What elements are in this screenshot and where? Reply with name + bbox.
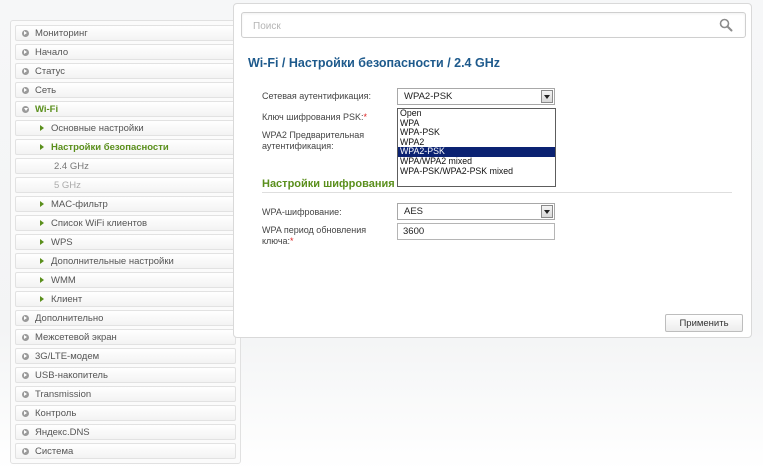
sidebar-item-advanced[interactable]: Дополнительно: [15, 310, 236, 326]
section-divider: [262, 192, 732, 193]
sidebar-item-label: Контроль: [35, 407, 77, 419]
triangle-right-icon: [40, 220, 44, 226]
search-bar: [241, 12, 746, 38]
sidebar-item-label: Межсетевой экран: [35, 331, 117, 343]
chevron-right-icon: [22, 333, 29, 341]
required-marker: *: [290, 236, 294, 246]
sidebar-item-label: Начало: [35, 46, 69, 58]
sidebar-item-basic-settings[interactable]: Основные настройки: [15, 120, 236, 136]
chevron-right-icon: [22, 447, 29, 455]
search-input[interactable]: [253, 19, 693, 33]
sidebar-item-start[interactable]: Начало: [15, 44, 236, 60]
chevron-down-icon[interactable]: [541, 90, 553, 103]
triangle-right-icon: [40, 258, 44, 264]
chevron-right-icon: [22, 428, 29, 436]
chevron-right-icon: [22, 371, 29, 379]
auth-option[interactable]: WPA-PSK/WPA2-PSK mixed: [398, 166, 555, 177]
triangle-right-icon: [40, 239, 44, 245]
sidebar-item-label: Мониторинг: [35, 27, 88, 39]
sidebar-item-usb-storage[interactable]: USB-накопитель: [15, 367, 236, 383]
chevron-right-icon: [22, 314, 29, 322]
sidebar-item-label: Wi-Fi: [35, 103, 59, 115]
sidebar-item-security-settings[interactable]: Настройки безопасности: [15, 139, 236, 155]
sidebar-menu: Мониторинг Начало Статус Сеть Wi-Fi Осно…: [10, 20, 241, 464]
chevron-right-icon: [22, 29, 29, 37]
sidebar-item-label: Основные настройки: [51, 122, 144, 134]
sidebar-item-label: Transmission: [35, 388, 92, 400]
sidebar-item-status[interactable]: Статус: [15, 63, 236, 79]
network-auth-select[interactable]: WPA2-PSK: [397, 88, 555, 105]
triangle-right-icon: [40, 144, 44, 150]
chevron-right-icon: [22, 48, 29, 56]
sidebar-item-label: WPS: [51, 236, 73, 248]
sidebar-item-label: 2.4 GHz: [54, 160, 89, 172]
sidebar-item-network[interactable]: Сеть: [15, 82, 236, 98]
chevron-right-icon: [22, 86, 29, 94]
chevron-right-icon: [22, 352, 29, 360]
sidebar-item-mac-filter[interactable]: MAC-фильтр: [15, 196, 236, 212]
sidebar-item-wps[interactable]: WPS: [15, 234, 236, 250]
chevron-right-icon: [22, 390, 29, 398]
page-title: Wi-Fi / Настройки безопасности / 2.4 GHz: [248, 56, 500, 70]
apply-button[interactable]: Применить: [665, 314, 743, 332]
sidebar-item-label: Статус: [35, 65, 66, 77]
sidebar-item-label: 5 GHz: [54, 179, 81, 191]
sidebar-item-wifi-clients[interactable]: Список WiFi клиентов: [15, 215, 236, 231]
sidebar-item-label: Сеть: [35, 84, 57, 96]
sidebar-item-label: Система: [35, 445, 74, 457]
sidebar-item-client[interactable]: Клиент: [15, 291, 236, 307]
chevron-right-icon: [22, 67, 29, 75]
encryption-section-title: Настройки шифрования W: [262, 178, 409, 190]
wpa-rekey-label-line2: ключа:: [262, 236, 291, 246]
sidebar-item-2-4ghz[interactable]: 2.4 GHz: [15, 158, 236, 174]
network-auth-label: Сетевая аутентификация:: [262, 91, 371, 101]
main-panel: Wi-Fi / Настройки безопасности / 2.4 GHz…: [233, 3, 752, 338]
sidebar-item-monitoring[interactable]: Мониторинг: [15, 25, 236, 41]
sidebar-item-label: USB-накопитель: [35, 369, 108, 381]
sidebar-item-label: WMM: [51, 274, 76, 286]
psk-key-label: Ключ шифрования PSK:*: [262, 112, 367, 123]
triangle-right-icon: [40, 277, 44, 283]
search-icon[interactable]: [719, 18, 733, 32]
triangle-right-icon: [40, 201, 44, 207]
sidebar-item-label: Список WiFi клиентов: [51, 217, 148, 229]
wpa-rekey-label-line1: WPA период обновления: [262, 225, 367, 235]
wpa-rekey-label-line2-wrap: ключа:*: [262, 236, 366, 247]
sidebar-item-label: MAC-фильтр: [51, 198, 108, 210]
chevron-down-icon[interactable]: [541, 205, 553, 218]
network-auth-options-list[interactable]: Open WPA WPA-PSK WPA2 WPA2-PSK WPA/WPA2 …: [397, 108, 556, 187]
sidebar-item-label: Клиент: [51, 293, 83, 305]
sidebar-item-system[interactable]: Система: [15, 443, 236, 459]
sidebar-item-firewall[interactable]: Межсетевой экран: [15, 329, 236, 345]
auth-option[interactable]: Open: [398, 108, 555, 119]
sidebar-item-label: Настройки безопасности: [51, 141, 169, 153]
sidebar-item-advanced-settings[interactable]: Дополнительные настройки: [15, 253, 236, 269]
wpa-cipher-label: WPA-шифрование:: [262, 207, 342, 217]
wpa2-preauth-label: WPA2 Предварительная аутентификация:: [262, 130, 364, 152]
sidebar-item-yandex-dns[interactable]: Яндекс.DNS: [15, 424, 236, 440]
wpa-cipher-select[interactable]: AES: [397, 203, 555, 220]
sidebar-item-5ghz[interactable]: 5 GHz: [15, 177, 236, 193]
sidebar-item-3g-lte-modem[interactable]: 3G/LTE-модем: [15, 348, 236, 364]
sidebar-item-label: 3G/LTE-модем: [35, 350, 100, 362]
chevron-right-icon: [22, 409, 29, 417]
wpa-rekey-input[interactable]: [397, 223, 555, 240]
psk-key-label-text: Ключ шифрования PSK:: [262, 112, 364, 122]
wpa2-preauth-label-line1: WPA2 Предварительная: [262, 130, 365, 140]
sidebar-item-wifi[interactable]: Wi-Fi: [15, 101, 236, 117]
wpa-rekey-label: WPA период обновления ключа:*: [262, 225, 366, 247]
sidebar-item-control[interactable]: Контроль: [15, 405, 236, 421]
wpa2-preauth-label-line2: аутентификация:: [262, 141, 334, 151]
sidebar-item-wmm[interactable]: WMM: [15, 272, 236, 288]
sidebar-item-transmission[interactable]: Transmission: [15, 386, 236, 402]
required-marker: *: [363, 112, 367, 122]
sidebar-item-label: Дополнительные настройки: [51, 255, 174, 267]
sidebar-item-label: Яндекс.DNS: [35, 426, 90, 438]
sidebar-item-label: Дополнительно: [35, 312, 104, 324]
wpa-cipher-value: AES: [404, 206, 424, 217]
chevron-down-icon: [22, 105, 29, 113]
triangle-right-icon: [40, 296, 44, 302]
network-auth-value: WPA2-PSK: [404, 91, 453, 102]
triangle-right-icon: [40, 125, 44, 131]
